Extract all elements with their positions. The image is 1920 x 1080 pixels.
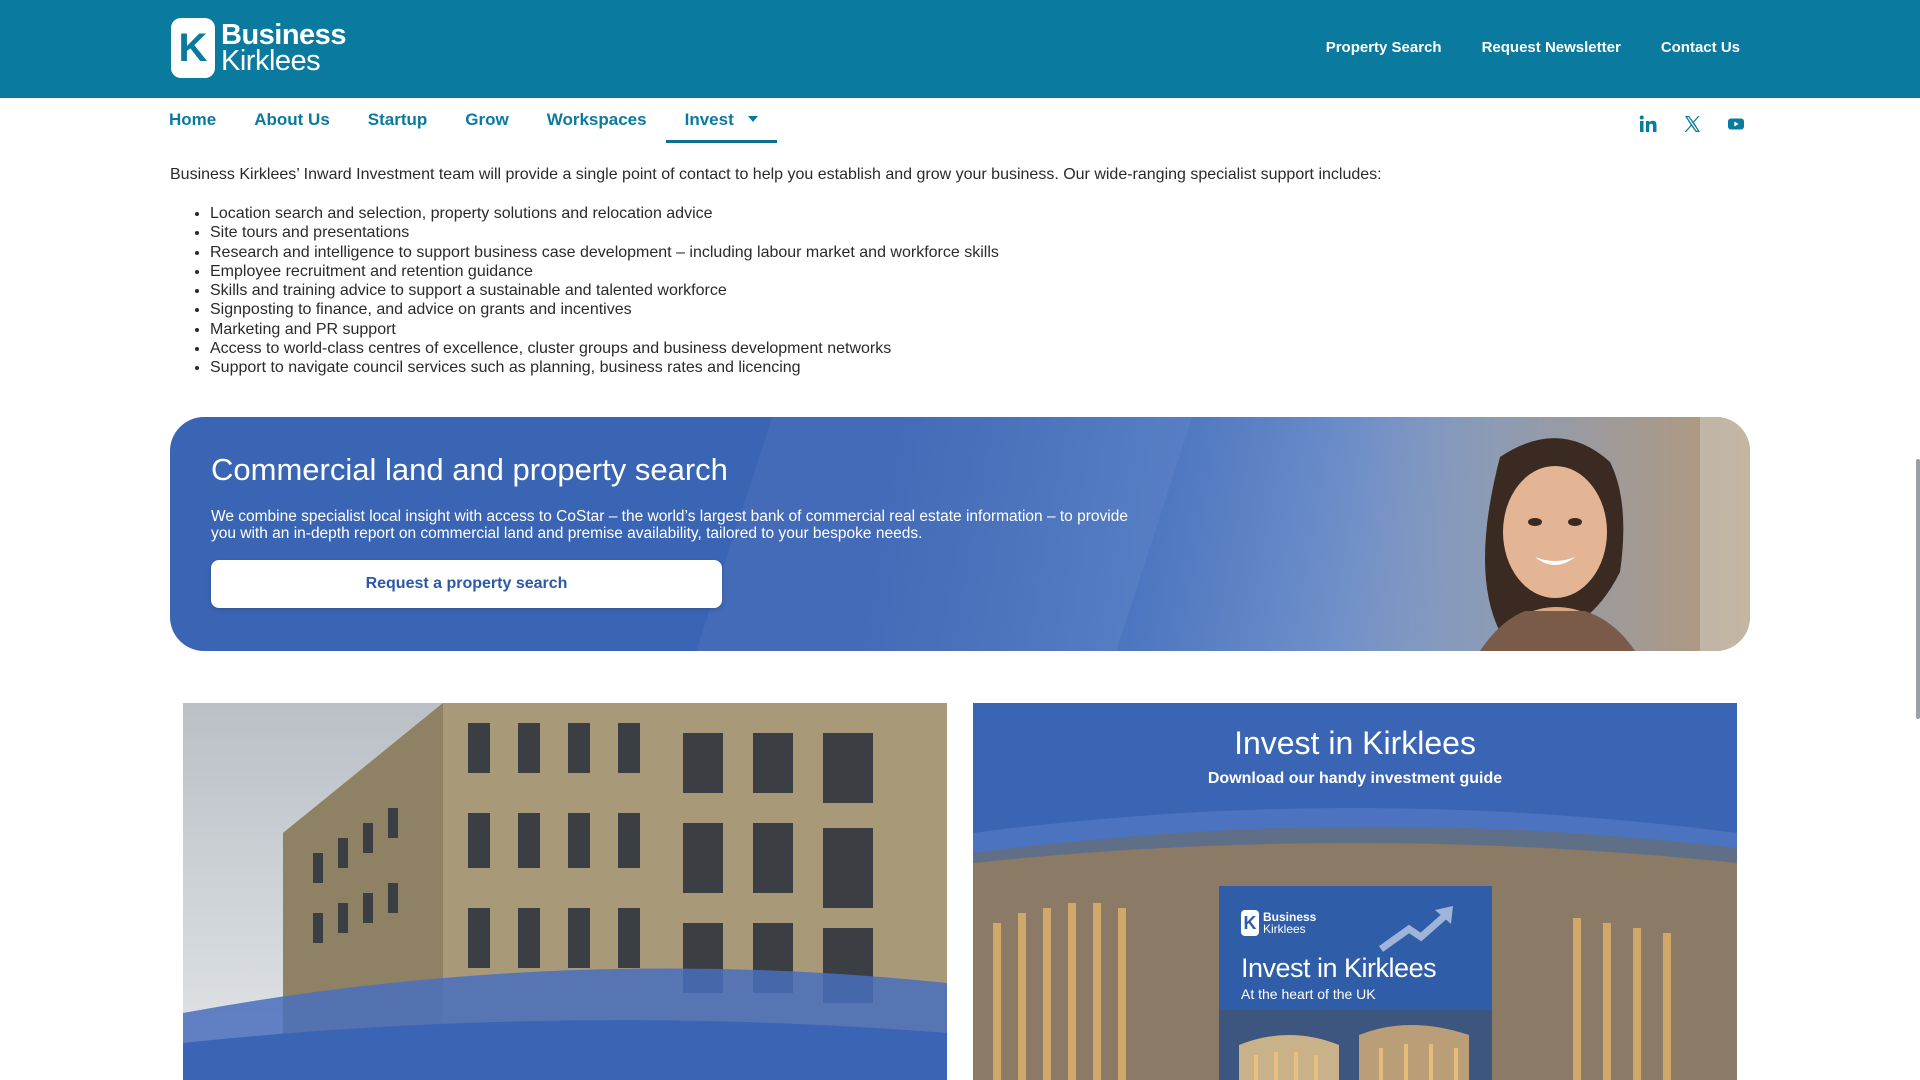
main-nav: Home About Us Startup Grow Workspaces In… [150,98,777,143]
nav-grow[interactable]: Grow [446,98,527,140]
woman-portrait-image [1330,417,1750,651]
top-links: Property Search Request Newsletter Conta… [1326,39,1740,56]
x-icon[interactable] [1682,114,1702,134]
top-header: K Business Kirklees Property Search Requ… [0,0,1920,98]
list-item: Research and intelligence to support bus… [210,243,999,262]
nav-grow-label: Grow [465,110,509,129]
nav-invest[interactable]: Invest [665,98,777,143]
mill-building-card[interactable] [183,703,947,1080]
nav-home-label: Home [169,110,217,129]
request-property-search-button[interactable]: Request a property search [211,560,722,608]
list-item: Signposting to finance, and advice on gr… [210,300,999,319]
youtube-icon[interactable] [1726,114,1746,134]
linkedin-icon[interactable] [1638,114,1658,134]
list-item: Access to world-class centres of excelle… [210,339,999,358]
nav-about-label: About Us [254,110,330,129]
nav-about-us[interactable]: About Us [235,98,349,140]
guide-logo: K Business Kirklees [1241,910,1316,936]
site-logo[interactable]: K Business Kirklees [171,18,346,78]
nav-workspaces[interactable]: Workspaces [528,98,666,140]
guide-title: Invest in Kirklees [1241,953,1437,983]
support-list: Location search and selection, property … [190,204,999,378]
guide-logo-mark: K [1241,910,1259,936]
nav-invest-label: Invest [684,110,734,129]
list-item: Location search and selection, property … [210,204,999,223]
page-scrollbar[interactable] [1916,459,1920,719]
request-newsletter-link[interactable]: Request Newsletter [1482,39,1621,56]
list-item: Skills and training advice to support a … [210,281,999,300]
list-item: Employee recruitment and retention guida… [210,262,999,281]
invest-guide-card[interactable]: Invest in Kirklees Download our handy in… [973,703,1737,1080]
logo-text: Business Kirklees [221,21,346,77]
intro-paragraph: Business Kirklees’ Inward Investment tea… [170,166,1382,183]
banner-description: We combine specialist local insight with… [211,508,1128,542]
chevron-down-icon [747,115,758,122]
list-item: Marketing and PR support [210,320,999,339]
logo-line2: Kirklees [221,45,321,77]
nav-startup[interactable]: Startup [349,98,447,140]
contact-us-link[interactable]: Contact Us [1661,39,1740,56]
guide-logo-line2: Kirklees [1263,922,1306,936]
nav-startup-label: Startup [367,110,428,129]
growth-arrow-icon [1379,906,1453,952]
mill-building-image [183,703,947,1080]
nav-home[interactable]: Home [150,98,235,140]
invest-card-subtitle: Download our handy investment guide [1207,770,1503,787]
guide-cover-photo [1219,1010,1492,1080]
invest-card-title: Invest in Kirklees [1234,725,1476,761]
list-item: Support to navigate council services suc… [210,358,999,377]
banner-title: Commercial land and property search [211,452,728,487]
guide-logo-text: Business Kirklees [1263,911,1316,935]
social-links [1638,114,1746,134]
nav-workspaces-label: Workspaces [546,110,647,129]
list-item: Site tours and presentations [210,223,999,242]
guide-subtitle: At the heart of the UK [1241,986,1376,1002]
logo-mark: K [171,18,215,78]
property-search-link[interactable]: Property Search [1326,39,1442,56]
investment-guide-cover[interactable]: K Business Kirklees Invest in Kirklees A… [1219,886,1492,1080]
property-search-banner: Commercial land and property search We c… [170,417,1750,651]
